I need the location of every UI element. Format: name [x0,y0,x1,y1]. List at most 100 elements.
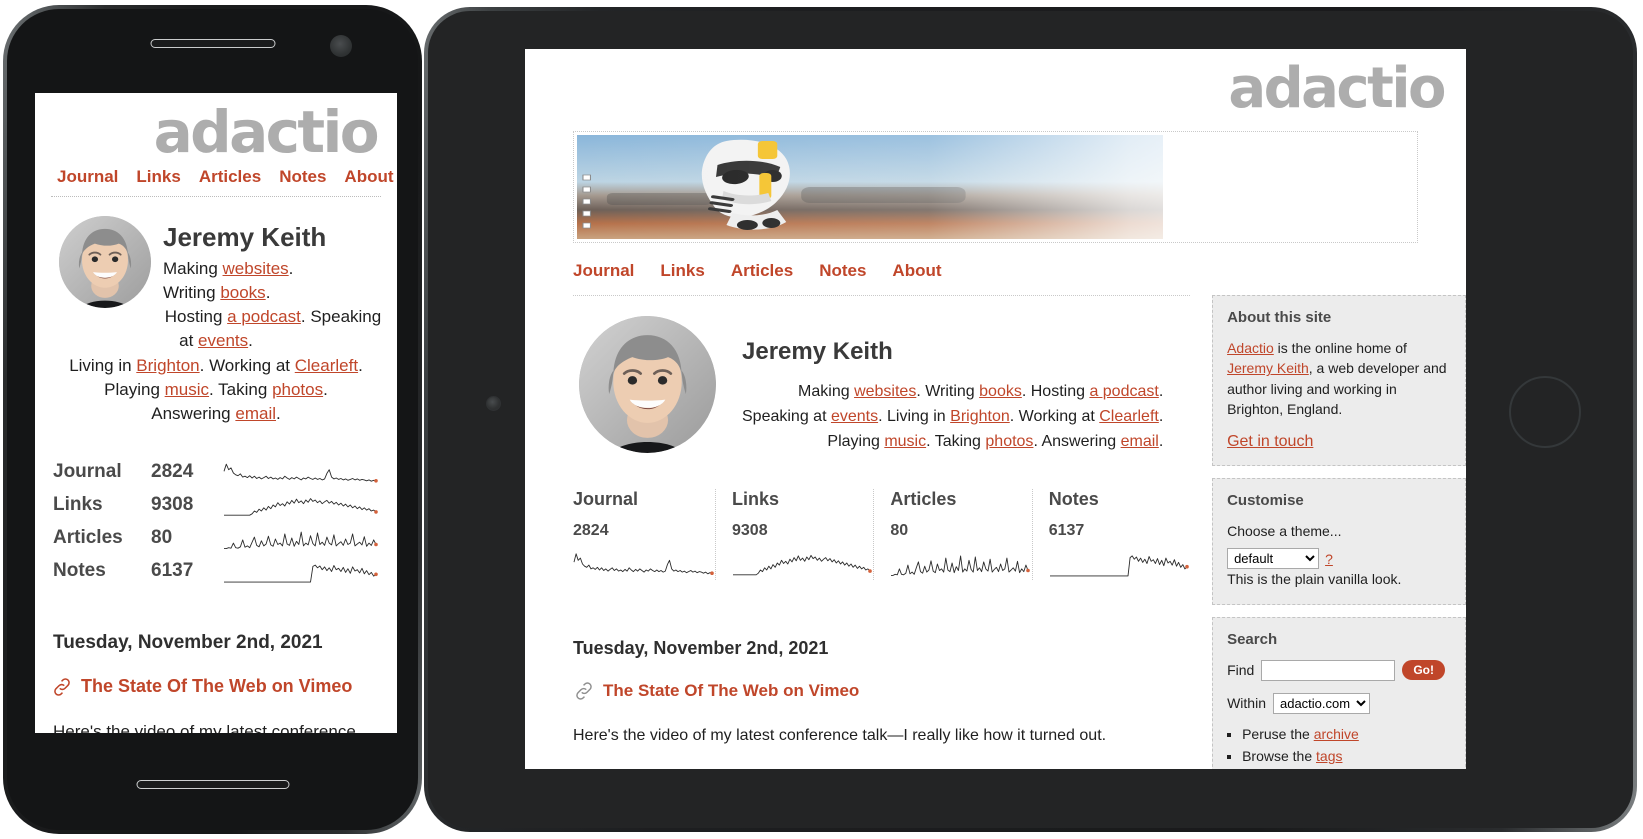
bio-link-photos[interactable]: photos [985,433,1033,450]
nav-item-notes[interactable]: Notes [819,261,866,280]
avatar-image [59,216,151,308]
stat-card-articles[interactable]: Articles 80 [873,488,1031,580]
entry-title[interactable]: The State Of The Web on Vimeo [576,680,1190,701]
bio-text: . Living in [878,407,951,425]
panel-search: Search Find Go! Within adactio.com ▪ Per… [1212,616,1466,769]
bio-link-email[interactable]: email [1121,433,1159,450]
search-input[interactable] [1261,659,1396,681]
stat-card-journal[interactable]: Journal 2824 [573,489,715,580]
bio-link-websites[interactable]: websites [854,383,916,400]
bio-text: . Working at [1009,407,1100,425]
bio-link-music[interactable]: music [884,433,926,450]
stat-row-notes[interactable]: Notes 6137 [53,555,379,588]
phone-profile: Jeremy Keith Making websites. Writing bo… [49,208,383,426]
stat-row-links[interactable]: Links 9308 [53,489,379,522]
bio-link-podcast[interactable]: a podcast [1089,383,1158,400]
nav-item-notes[interactable]: Notes [279,167,326,186]
bio-link-podcast[interactable]: a podcast [227,307,301,326]
stat-card-notes[interactable]: Notes 6137 [1031,488,1190,580]
phone-bezel: adactio Journal Links Articles Notes About [7,9,418,830]
bio-text: Making [163,259,223,278]
sparkline-notes [1049,546,1190,580]
sparkline-notes [223,556,379,586]
banner-artwork [577,135,1414,239]
bio-text: . [276,403,281,423]
phone-front-camera-icon [330,35,352,57]
bio-text: . [248,331,253,351]
panel-heading: Customise [1227,491,1304,509]
entry-date: Tuesday, November 2nd, 2021 [573,637,829,658]
site-logo: adactio [153,98,380,166]
bio-text: . Answering [1033,432,1121,450]
bio-text: Hosting [164,307,228,327]
within-label: Within [1227,695,1266,712]
archive-link[interactable]: archive [1314,726,1359,742]
phone-home-indicator [136,780,289,789]
bio-link-books[interactable]: books [979,383,1022,400]
main-column: Jeremy Keith Making websites. Writing bo… [573,295,1191,769]
tablet-home-button[interactable] [1509,376,1581,448]
tablet-stats: Journal 2824 Links 9308 Articles 80 Note… [573,488,1190,580]
sparkline-articles [223,523,379,553]
nav-item-links[interactable]: Links [660,261,704,280]
tags-link[interactable]: tags [1316,748,1342,764]
bio-link-clearleft[interactable]: Clearleft [295,356,358,375]
stat-label: Articles [53,527,123,549]
theme-help-link[interactable]: ? [1325,551,1333,567]
stat-row-journal[interactable]: Journal 2824 [53,456,379,489]
tablet-front-camera-icon [486,396,501,411]
entry-title-text: The State Of The Web on Vimeo [603,680,860,700]
tablet-screen: adactio Journal Links Articles Notes Abo… [525,49,1466,769]
tablet-profile: Jeremy Keith Making websites. Writing bo… [573,316,1190,455]
search-within-select[interactable]: adactio.com [1272,692,1370,714]
phone-device: adactio Journal Links Articles Notes About [3,5,422,834]
stormtrooper-banner-image [577,135,1414,239]
stat-card-links[interactable]: Links 9308 [715,488,873,580]
nav-item-articles[interactable]: Articles [731,261,793,280]
list-item: Peruse the archive [1242,723,1451,745]
site-banner [573,131,1418,243]
bio-link-websites[interactable]: websites [223,259,289,278]
nav-item-journal[interactable]: Journal [57,167,118,186]
nav-item-about[interactable]: About [344,167,393,186]
avatar [579,316,716,453]
tablet-body: Jeremy Keith Making websites. Writing bo… [525,295,1466,769]
theme-select[interactable]: default [1227,548,1320,570]
bio-text: . Working at [199,355,295,375]
bio-text: . [288,259,294,278]
panel-heading: About this site [1227,309,1332,326]
divider [51,196,381,197]
nav-item-journal[interactable]: Journal [573,261,634,280]
list-item-text: Peruse the [1242,725,1314,742]
bio-link-events[interactable]: events [198,331,248,350]
bio-link-email[interactable]: email [235,404,276,423]
bio-link-clearleft[interactable]: Clearleft [1099,408,1159,425]
tablet-device: adactio Journal Links Articles Notes Abo… [424,7,1637,832]
bio-text: Living in [69,355,137,375]
profile-name: Jeremy Keith [742,338,893,365]
bio-link-brighton[interactable]: Brighton [950,408,1010,425]
search-go-button[interactable]: Go! [1402,660,1445,681]
entry-date: Tuesday, November 2nd, 2021 [53,631,323,653]
bio-link-books[interactable]: books [220,283,265,302]
stat-row-articles[interactable]: Articles 80 [53,522,379,555]
panel-heading: Search [1227,630,1278,648]
link-icon [573,681,595,706]
bio-link-events[interactable]: events [831,408,878,425]
get-in-touch-link[interactable]: Get in touch [1227,433,1313,451]
nav-item-links[interactable]: Links [136,167,180,186]
entry-title[interactable]: The State Of The Web on Vimeo [54,676,383,697]
bio-text: . Taking [926,432,986,450]
bio-link-brighton[interactable]: Brighton [136,356,199,375]
bio-text: Making [798,383,855,400]
find-label: Find [1227,662,1255,679]
about-link-adactio[interactable]: Adactio [1227,340,1274,356]
bio-link-music[interactable]: music [165,380,209,399]
nav-item-about[interactable]: About [892,261,941,280]
entry-body: Here's the video of my latest conference… [53,721,356,733]
bio-link-photos[interactable]: photos [272,380,323,399]
stat-value: 6137 [151,560,194,582]
bio-text: Speaking at [742,407,831,425]
about-link-jeremy-keith[interactable]: Jeremy Keith [1227,360,1309,376]
nav-item-articles[interactable]: Articles [199,167,261,186]
